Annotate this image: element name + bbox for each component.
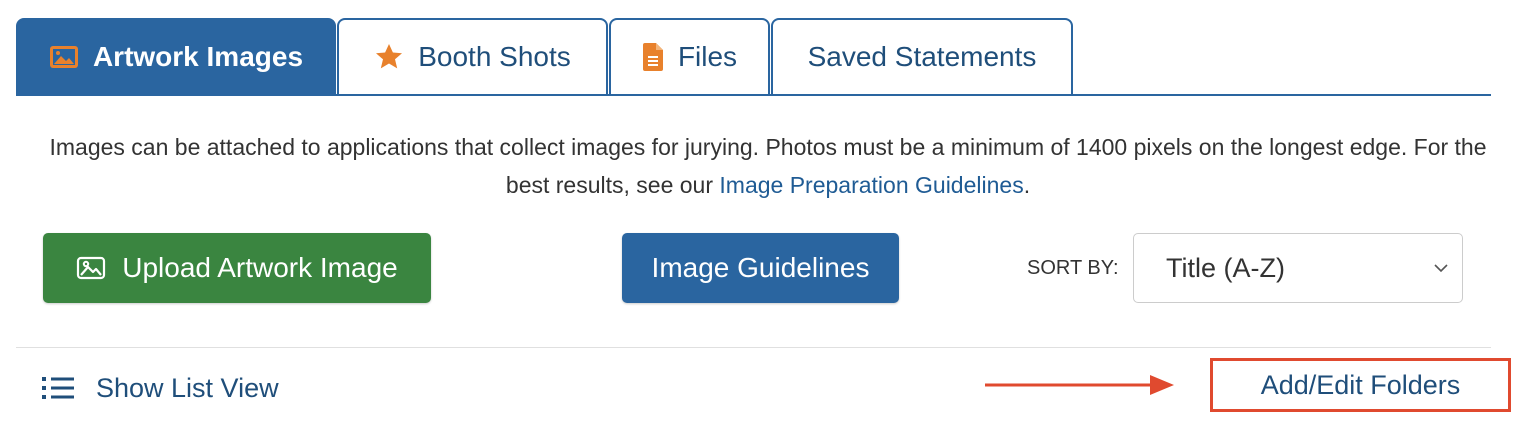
tab-label: Booth Shots [418,41,571,72]
add-edit-folders-label: Add/Edit Folders [1260,369,1461,400]
tab-label: Files [677,41,738,72]
add-edit-folders-link[interactable]: Add/Edit Folders [1210,358,1511,412]
tab-files[interactable]: Files [609,18,770,94]
star-icon [374,42,404,72]
images-description: Images can be attached to applications t… [40,128,1496,204]
image-outline-icon [76,256,106,280]
upload-artwork-image-button[interactable]: Upload Artwork Image [43,233,431,303]
section-divider [16,347,1491,348]
upload-button-label: Upload Artwork Image [122,252,398,283]
image-preparation-guidelines-link[interactable]: Image Preparation Guidelines [719,172,1023,198]
description-suffix: . [1023,172,1031,198]
image-guidelines-button[interactable]: Image Guidelines [622,233,899,303]
tab-artwork-images[interactable]: Artwork Images [16,18,336,94]
list-icon [42,376,74,400]
show-list-view-label: Show List View [96,372,279,403]
tab-divider [16,94,1491,96]
sort-selected-value: Title (A-Z) [1166,252,1285,283]
sort-by-select[interactable]: Title (A-Z) [1133,233,1463,303]
tab-label: Artwork Images [92,41,304,72]
chevron-down-icon [1434,264,1448,273]
show-list-view-toggle[interactable]: Show List View [42,368,279,408]
file-icon [642,43,664,71]
tab-label: Saved Statements [807,41,1037,72]
sort-by-label: SORT BY: [1027,257,1119,279]
guidelines-button-label: Image Guidelines [651,252,870,283]
tab-booth-shots[interactable]: Booth Shots [337,18,608,94]
tab-saved-statements[interactable]: Saved Statements [771,18,1073,94]
arrow-right-icon [985,371,1175,404]
image-icon [49,45,79,69]
